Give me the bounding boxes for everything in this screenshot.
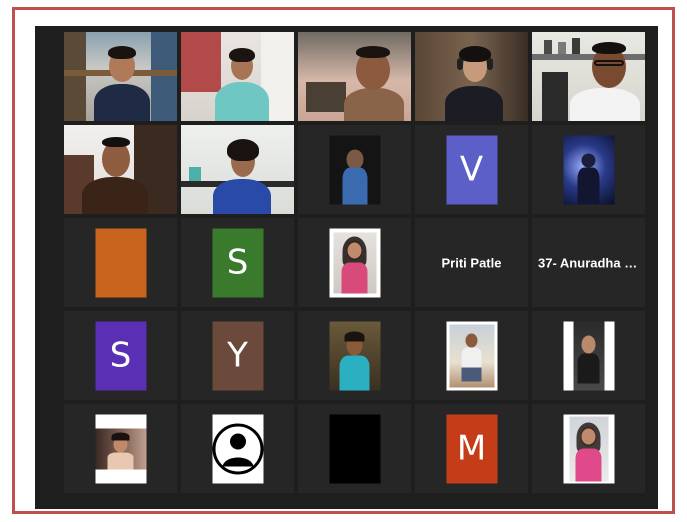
participant-tile[interactable]	[64, 32, 177, 121]
letter-avatar: S	[95, 321, 146, 390]
participant-video-feed	[64, 125, 177, 214]
participant-tile-active-speaker[interactable]	[532, 32, 645, 121]
participant-grid: V S Priti Patle 37- Anuradha S... S Y M	[64, 32, 646, 501]
color-avatar	[95, 228, 146, 297]
participant-tile[interactable]: 37- Anuradha S...	[532, 218, 645, 307]
participant-tile[interactable]	[181, 32, 294, 121]
participant-tile[interactable]	[181, 404, 294, 493]
participant-tile[interactable]: V	[415, 125, 528, 214]
color-avatar	[329, 414, 380, 483]
profile-photo	[329, 135, 380, 204]
participant-name: Priti Patle	[441, 255, 502, 270]
participant-tile[interactable]: S	[181, 218, 294, 307]
participant-tile[interactable]: Priti Patle	[415, 218, 528, 307]
participant-tile[interactable]: Y	[181, 311, 294, 400]
participant-tile[interactable]: S	[64, 311, 177, 400]
avatar-letter: S	[226, 242, 249, 283]
participant-tile[interactable]	[415, 32, 528, 121]
participant-video-feed	[181, 32, 294, 121]
participant-tile[interactable]	[415, 311, 528, 400]
participant-name: 37- Anuradha S...	[538, 255, 644, 270]
participant-tile[interactable]	[298, 125, 411, 214]
avatar-letter: S	[109, 335, 132, 376]
participant-video-feed	[181, 125, 294, 214]
letter-avatar: M	[446, 414, 497, 483]
default-user-silhouette-icon	[212, 414, 263, 483]
participant-tile[interactable]: M	[415, 404, 528, 493]
participant-tile[interactable]	[532, 311, 645, 400]
participant-tile[interactable]	[532, 404, 645, 493]
profile-photo	[446, 321, 497, 390]
participant-video-feed	[64, 32, 177, 121]
video-meeting-gallery-view: V S Priti Patle 37- Anuradha S... S Y M	[35, 26, 658, 509]
avatar-letter: Y	[227, 335, 248, 376]
profile-photo	[563, 135, 614, 204]
participant-tile[interactable]	[298, 218, 411, 307]
profile-photo	[95, 414, 146, 483]
profile-photo	[329, 228, 380, 297]
profile-photo	[563, 321, 614, 390]
participant-tile[interactable]	[298, 404, 411, 493]
avatar-letter: M	[456, 428, 487, 469]
participant-tile[interactable]	[181, 125, 294, 214]
avatar-letter: V	[459, 149, 484, 190]
participant-tile[interactable]	[532, 125, 645, 214]
participant-video-feed	[298, 32, 411, 121]
participant-tile[interactable]	[298, 311, 411, 400]
profile-photo	[563, 414, 614, 483]
letter-avatar: Y	[212, 321, 263, 390]
profile-photo	[329, 321, 380, 390]
letter-avatar: S	[212, 228, 263, 297]
participant-tile[interactable]	[64, 125, 177, 214]
participant-tile[interactable]	[64, 218, 177, 307]
letter-avatar: V	[446, 135, 497, 204]
participant-video-feed	[415, 32, 528, 121]
participant-tile[interactable]	[64, 404, 177, 493]
participant-video-feed	[532, 32, 645, 121]
participant-tile[interactable]	[298, 32, 411, 121]
